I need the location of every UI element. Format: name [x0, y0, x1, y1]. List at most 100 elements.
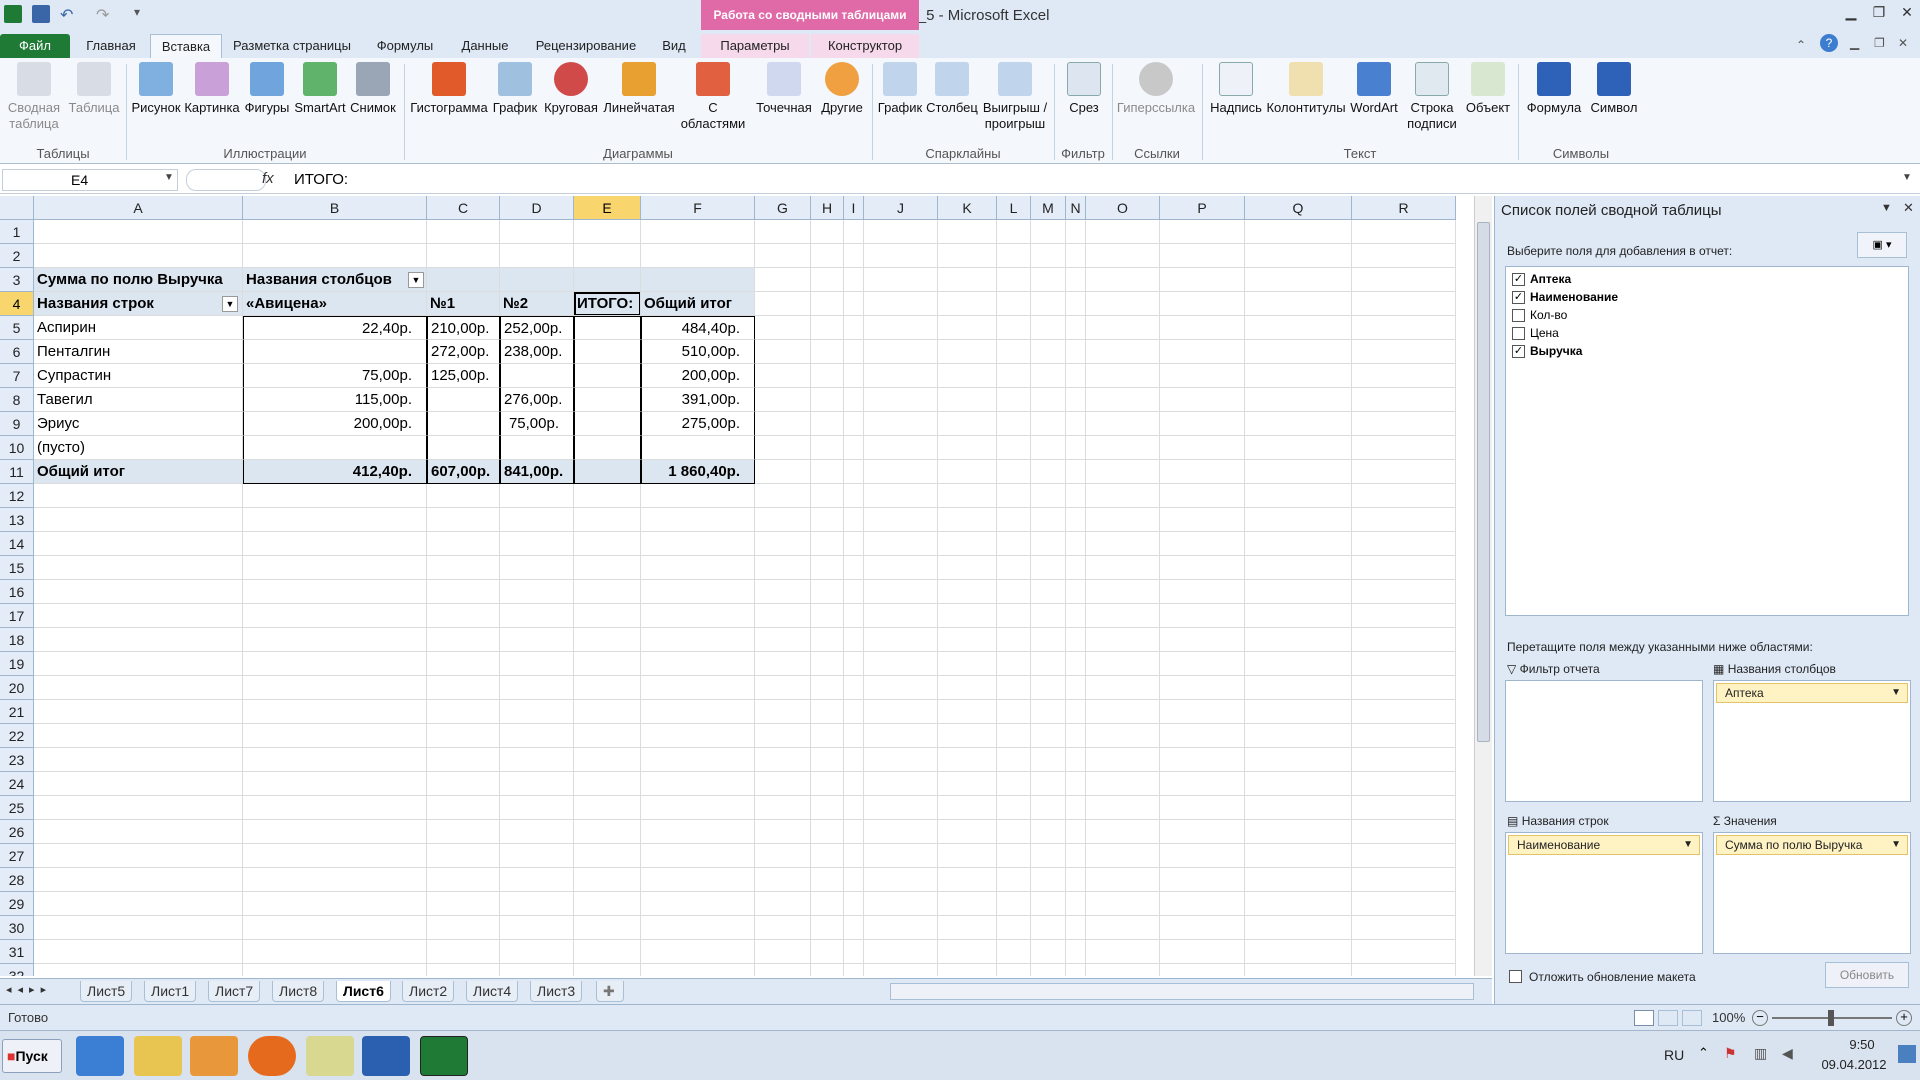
grid-cell[interactable]	[997, 796, 1031, 820]
grid-cell[interactable]	[1245, 508, 1352, 532]
grid-cell[interactable]	[997, 436, 1031, 460]
pivot-value-cell[interactable]	[574, 340, 641, 364]
grid-cell[interactable]	[641, 244, 755, 268]
grid-cell[interactable]	[811, 604, 844, 628]
insert-function-icon[interactable]: fx	[262, 170, 274, 187]
grid-cell[interactable]	[755, 652, 811, 676]
grid-cell[interactable]	[1031, 772, 1066, 796]
grid-cell[interactable]	[1066, 964, 1086, 976]
grid-cell[interactable]	[864, 316, 938, 340]
grand-total-value[interactable]	[574, 460, 641, 484]
grid-cell[interactable]	[641, 772, 755, 796]
grid-cell[interactable]	[500, 724, 574, 748]
grid-cell[interactable]	[34, 220, 243, 244]
grid-cell[interactable]	[1066, 652, 1086, 676]
grand-total-label[interactable]: Общий итог	[34, 460, 243, 484]
sparkline-line-button[interactable]: График	[876, 62, 924, 116]
grid-cell[interactable]	[574, 700, 641, 724]
tab-review[interactable]: Рецензирование	[524, 34, 648, 58]
other-charts-button[interactable]: Другие	[816, 62, 868, 116]
grid-cell[interactable]	[1066, 412, 1086, 436]
grid-cell[interactable]	[427, 268, 500, 292]
grid-cell[interactable]	[574, 292, 641, 316]
close-icon[interactable]: ✕	[1896, 4, 1918, 22]
grid-cell[interactable]	[427, 964, 500, 976]
grid-cell[interactable]	[1160, 916, 1245, 940]
formula-bar-expand[interactable]	[186, 169, 266, 191]
grid-cell[interactable]	[574, 844, 641, 868]
grid-cell[interactable]	[641, 724, 755, 748]
row-header-29[interactable]: 29	[0, 892, 34, 916]
row-header-31[interactable]: 31	[0, 940, 34, 964]
grid-cell[interactable]	[427, 700, 500, 724]
grid-cell[interactable]	[427, 772, 500, 796]
pivot-value-cell[interactable]: 200,00р.	[641, 364, 755, 388]
grid-cell[interactable]	[1245, 652, 1352, 676]
grid-cell[interactable]	[1066, 580, 1086, 604]
row-header-32[interactable]: 32	[0, 964, 34, 976]
grid-cell[interactable]	[1160, 460, 1245, 484]
grid-cell[interactable]	[811, 412, 844, 436]
grid-cell[interactable]	[938, 796, 997, 820]
row-header-9[interactable]: 9	[0, 412, 34, 436]
sheet-tab-4[interactable]: Лист4	[466, 981, 519, 1002]
grid-cell[interactable]	[811, 436, 844, 460]
grid-cell[interactable]	[1160, 628, 1245, 652]
grid-cell[interactable]	[1245, 676, 1352, 700]
field-name[interactable]: Аптека	[1530, 272, 1571, 286]
grid-cell[interactable]	[1245, 796, 1352, 820]
media-player-icon[interactable]	[190, 1036, 238, 1076]
clock-date[interactable]: 09.04.2012	[1816, 1057, 1892, 1072]
row-header-28[interactable]: 28	[0, 868, 34, 892]
grid-cell[interactable]	[1031, 292, 1066, 316]
grid-cell[interactable]	[1086, 316, 1160, 340]
grid-cell[interactable]	[1352, 700, 1456, 724]
grid-cell[interactable]	[755, 868, 811, 892]
grid-cell[interactable]	[997, 604, 1031, 628]
equation-button[interactable]: Формула	[1522, 62, 1586, 116]
header-footer-button[interactable]: Колонтитулы	[1266, 62, 1346, 116]
grid-cell[interactable]	[938, 868, 997, 892]
grid-cell[interactable]	[1160, 940, 1245, 964]
grid-cell[interactable]	[1066, 844, 1086, 868]
pivot-value-cell[interactable]: 275,00р.	[641, 412, 755, 436]
grid-cell[interactable]	[1245, 844, 1352, 868]
grid-cell[interactable]	[1352, 388, 1456, 412]
grid-cell[interactable]	[641, 748, 755, 772]
grid-cell[interactable]	[864, 532, 938, 556]
grid-cell[interactable]	[1086, 388, 1160, 412]
grid-cell[interactable]	[755, 508, 811, 532]
tray-flag-icon[interactable]: ⚑	[1724, 1045, 1737, 1062]
grid-cell[interactable]	[427, 580, 500, 604]
grid-cell[interactable]	[243, 292, 427, 316]
grid-cell[interactable]	[864, 268, 938, 292]
grid-cell[interactable]	[574, 484, 641, 508]
grid-cell[interactable]	[1066, 604, 1086, 628]
row-header-30[interactable]: 30	[0, 916, 34, 940]
grid-cell[interactable]	[938, 388, 997, 412]
grid-cell[interactable]	[641, 820, 755, 844]
grid-cell[interactable]	[755, 292, 811, 316]
defer-update-checkbox[interactable]	[1509, 970, 1522, 983]
explorer-icon[interactable]	[134, 1036, 182, 1076]
grid-cell[interactable]	[500, 532, 574, 556]
grid-cell[interactable]	[1066, 676, 1086, 700]
grid-cell[interactable]	[34, 724, 243, 748]
grid-cell[interactable]	[1086, 340, 1160, 364]
grid-cell[interactable]	[755, 796, 811, 820]
grid-cell[interactable]	[641, 844, 755, 868]
grid-cell[interactable]	[243, 244, 427, 268]
doc-minimize-icon[interactable]: ▁	[1850, 36, 1859, 50]
update-button[interactable]: Обновить	[1825, 962, 1909, 988]
grid-cell[interactable]	[34, 700, 243, 724]
grid-cell[interactable]	[938, 364, 997, 388]
grid-cell[interactable]	[641, 220, 755, 244]
grid-cell[interactable]	[844, 388, 864, 412]
grid-cell[interactable]	[243, 724, 427, 748]
grid-cell[interactable]	[427, 484, 500, 508]
grid-cell[interactable]	[427, 652, 500, 676]
field-name[interactable]: Цена	[1530, 326, 1559, 340]
grid-cell[interactable]	[427, 676, 500, 700]
grid-cell[interactable]	[243, 508, 427, 532]
folder-icon[interactable]	[306, 1036, 354, 1076]
